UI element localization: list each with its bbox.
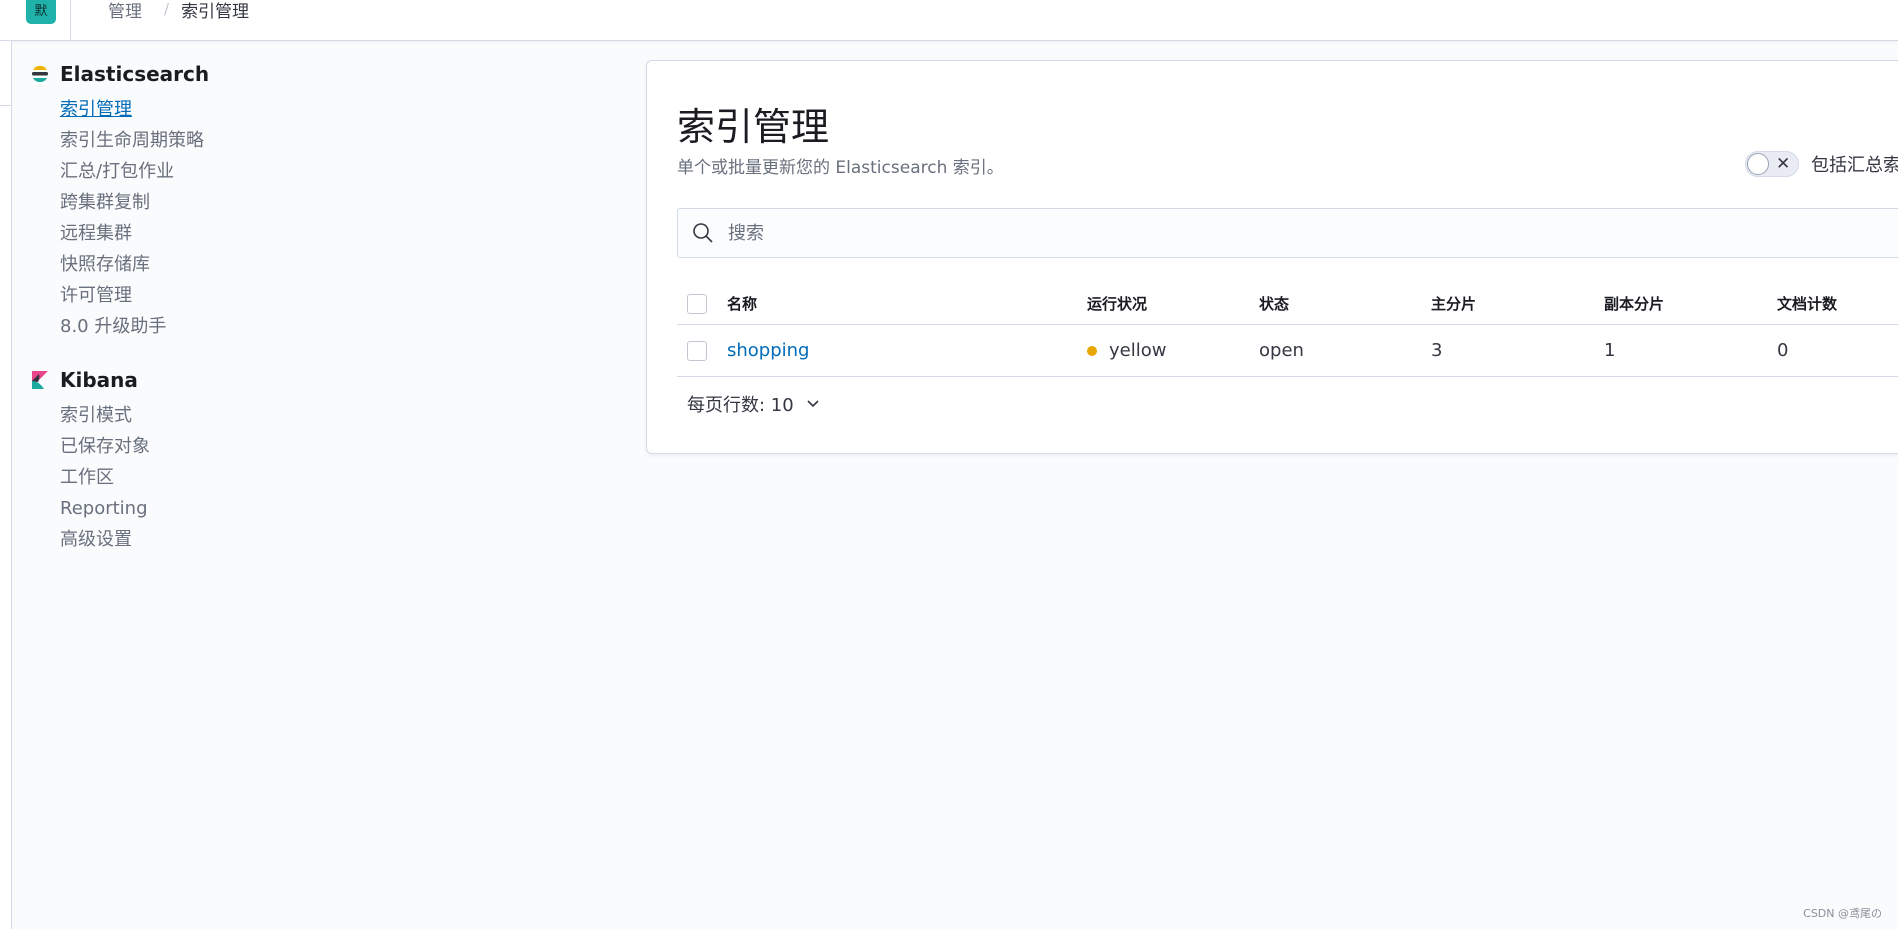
sidebar-item-ilm-policies[interactable]: 索引生命周期策略	[60, 125, 590, 156]
nav-section-title: Kibana	[30, 366, 590, 394]
status-cell: open	[1259, 340, 1304, 361]
nav-section-title-text: Kibana	[60, 368, 138, 392]
header-divider	[70, 0, 71, 41]
health-cell: yellow	[1087, 325, 1166, 376]
page-description: 单个或批量更新您的 Elasticsearch 索引。	[677, 158, 1004, 178]
replica-shards-cell: 1	[1604, 340, 1616, 361]
index-management-panel: 索引管理 单个或批量更新您的 Elasticsearch 索引。 ✕ 包括汇总索…	[646, 60, 1898, 454]
column-header-name[interactable]: 名称	[727, 283, 757, 324]
include-rollup-toggle-group: ✕ 包括汇总索	[1745, 151, 1898, 177]
sidebar-item-index-patterns[interactable]: 索引模式	[60, 400, 590, 431]
cross-icon: ✕	[1776, 154, 1791, 174]
row-checkbox[interactable]	[687, 340, 707, 361]
nav-section-kibana: Kibana 索引模式 已保存对象 工作区 Reporting 高级设置	[30, 366, 590, 555]
space-avatar[interactable]: 默	[26, 0, 56, 24]
sidebar-item-ccr[interactable]: 跨集群复制	[60, 187, 590, 218]
sidebar-item-remote-clusters[interactable]: 远程集群	[60, 218, 590, 249]
chevron-down-icon	[807, 400, 819, 408]
column-header-primary[interactable]: 主分片	[1431, 283, 1476, 324]
include-rollup-label: 包括汇总索	[1811, 155, 1898, 176]
rows-per-page-button[interactable]: 每页行数: 10	[687, 391, 820, 417]
nav-section-title: Elasticsearch	[30, 60, 590, 88]
health-status-dot	[1087, 345, 1097, 356]
index-table: 名称 运行状况 状态 主分片 副本分片 文档计数 shopping yellow…	[677, 283, 1898, 377]
search-input[interactable]	[728, 222, 1828, 244]
sidebar-item-reporting[interactable]: Reporting	[60, 493, 590, 524]
search-icon	[693, 223, 713, 243]
sidebar-item-saved-objects[interactable]: 已保存对象	[60, 431, 590, 462]
breadcrumb-management[interactable]: 管理	[108, 0, 142, 22]
health-value: yellow	[1109, 340, 1167, 361]
sidebar-item-advanced-settings[interactable]: 高级设置	[60, 524, 590, 555]
breadcrumb-current: 索引管理	[181, 1, 250, 22]
index-name-link[interactable]: shopping	[727, 340, 810, 361]
name-cell: shopping	[727, 325, 810, 376]
search-bar	[677, 208, 1898, 258]
docs-count-cell: 0	[1777, 340, 1789, 361]
sidebar-item-snapshot-repos[interactable]: 快照存储库	[60, 249, 590, 280]
column-header-replica[interactable]: 副本分片	[1604, 283, 1664, 324]
select-all-checkbox[interactable]	[687, 293, 707, 314]
management-sidenav: Elasticsearch 索引管理 索引生命周期策略 汇总/打包作业 跨集群复…	[30, 60, 590, 571]
breadcrumb-separator: /	[164, 0, 170, 18]
table-header-row: 名称 运行状况 状态 主分片 副本分片 文档计数	[677, 283, 1898, 325]
column-header-docs-count[interactable]: 文档计数	[1777, 283, 1837, 324]
watermark: CSDN @鸢尾の	[1803, 907, 1882, 920]
column-header-status[interactable]: 状态	[1259, 283, 1289, 324]
sidebar-item-rollup-jobs[interactable]: 汇总/打包作业	[60, 156, 590, 187]
sidebar-item-index-management[interactable]: 索引管理	[60, 94, 590, 125]
breadcrumb: 管理 / 索引管理	[108, 0, 250, 22]
sidebar-item-upgrade-assistant[interactable]: 8.0 升级助手	[60, 311, 590, 342]
strip-divider	[0, 105, 12, 106]
page-title: 索引管理	[677, 105, 830, 149]
column-header-health[interactable]: 运行状况	[1087, 283, 1147, 324]
elasticsearch-logo-icon	[32, 65, 48, 83]
sidebar-item-spaces[interactable]: 工作区	[60, 462, 590, 493]
top-header: 默 管理 / 索引管理	[0, 0, 1898, 41]
primary-shards-cell: 3	[1431, 340, 1443, 361]
row-checkbox-cell	[687, 325, 707, 376]
kibana-logo-icon	[32, 371, 48, 389]
nav-section-title-text: Elasticsearch	[60, 62, 210, 86]
rows-per-page-label: 每页行数: 10	[687, 395, 794, 416]
include-rollup-toggle[interactable]: ✕	[1745, 151, 1799, 177]
nav-section-elasticsearch: Elasticsearch 索引管理 索引生命周期策略 汇总/打包作业 跨集群复…	[30, 60, 590, 342]
toggle-knob	[1747, 153, 1769, 175]
sidebar-item-license-management[interactable]: 许可管理	[60, 280, 590, 311]
collapsed-nav-strip	[0, 41, 12, 929]
header-checkbox-cell	[687, 283, 707, 324]
table-row: shopping yellow open 3 1 0	[677, 325, 1898, 377]
